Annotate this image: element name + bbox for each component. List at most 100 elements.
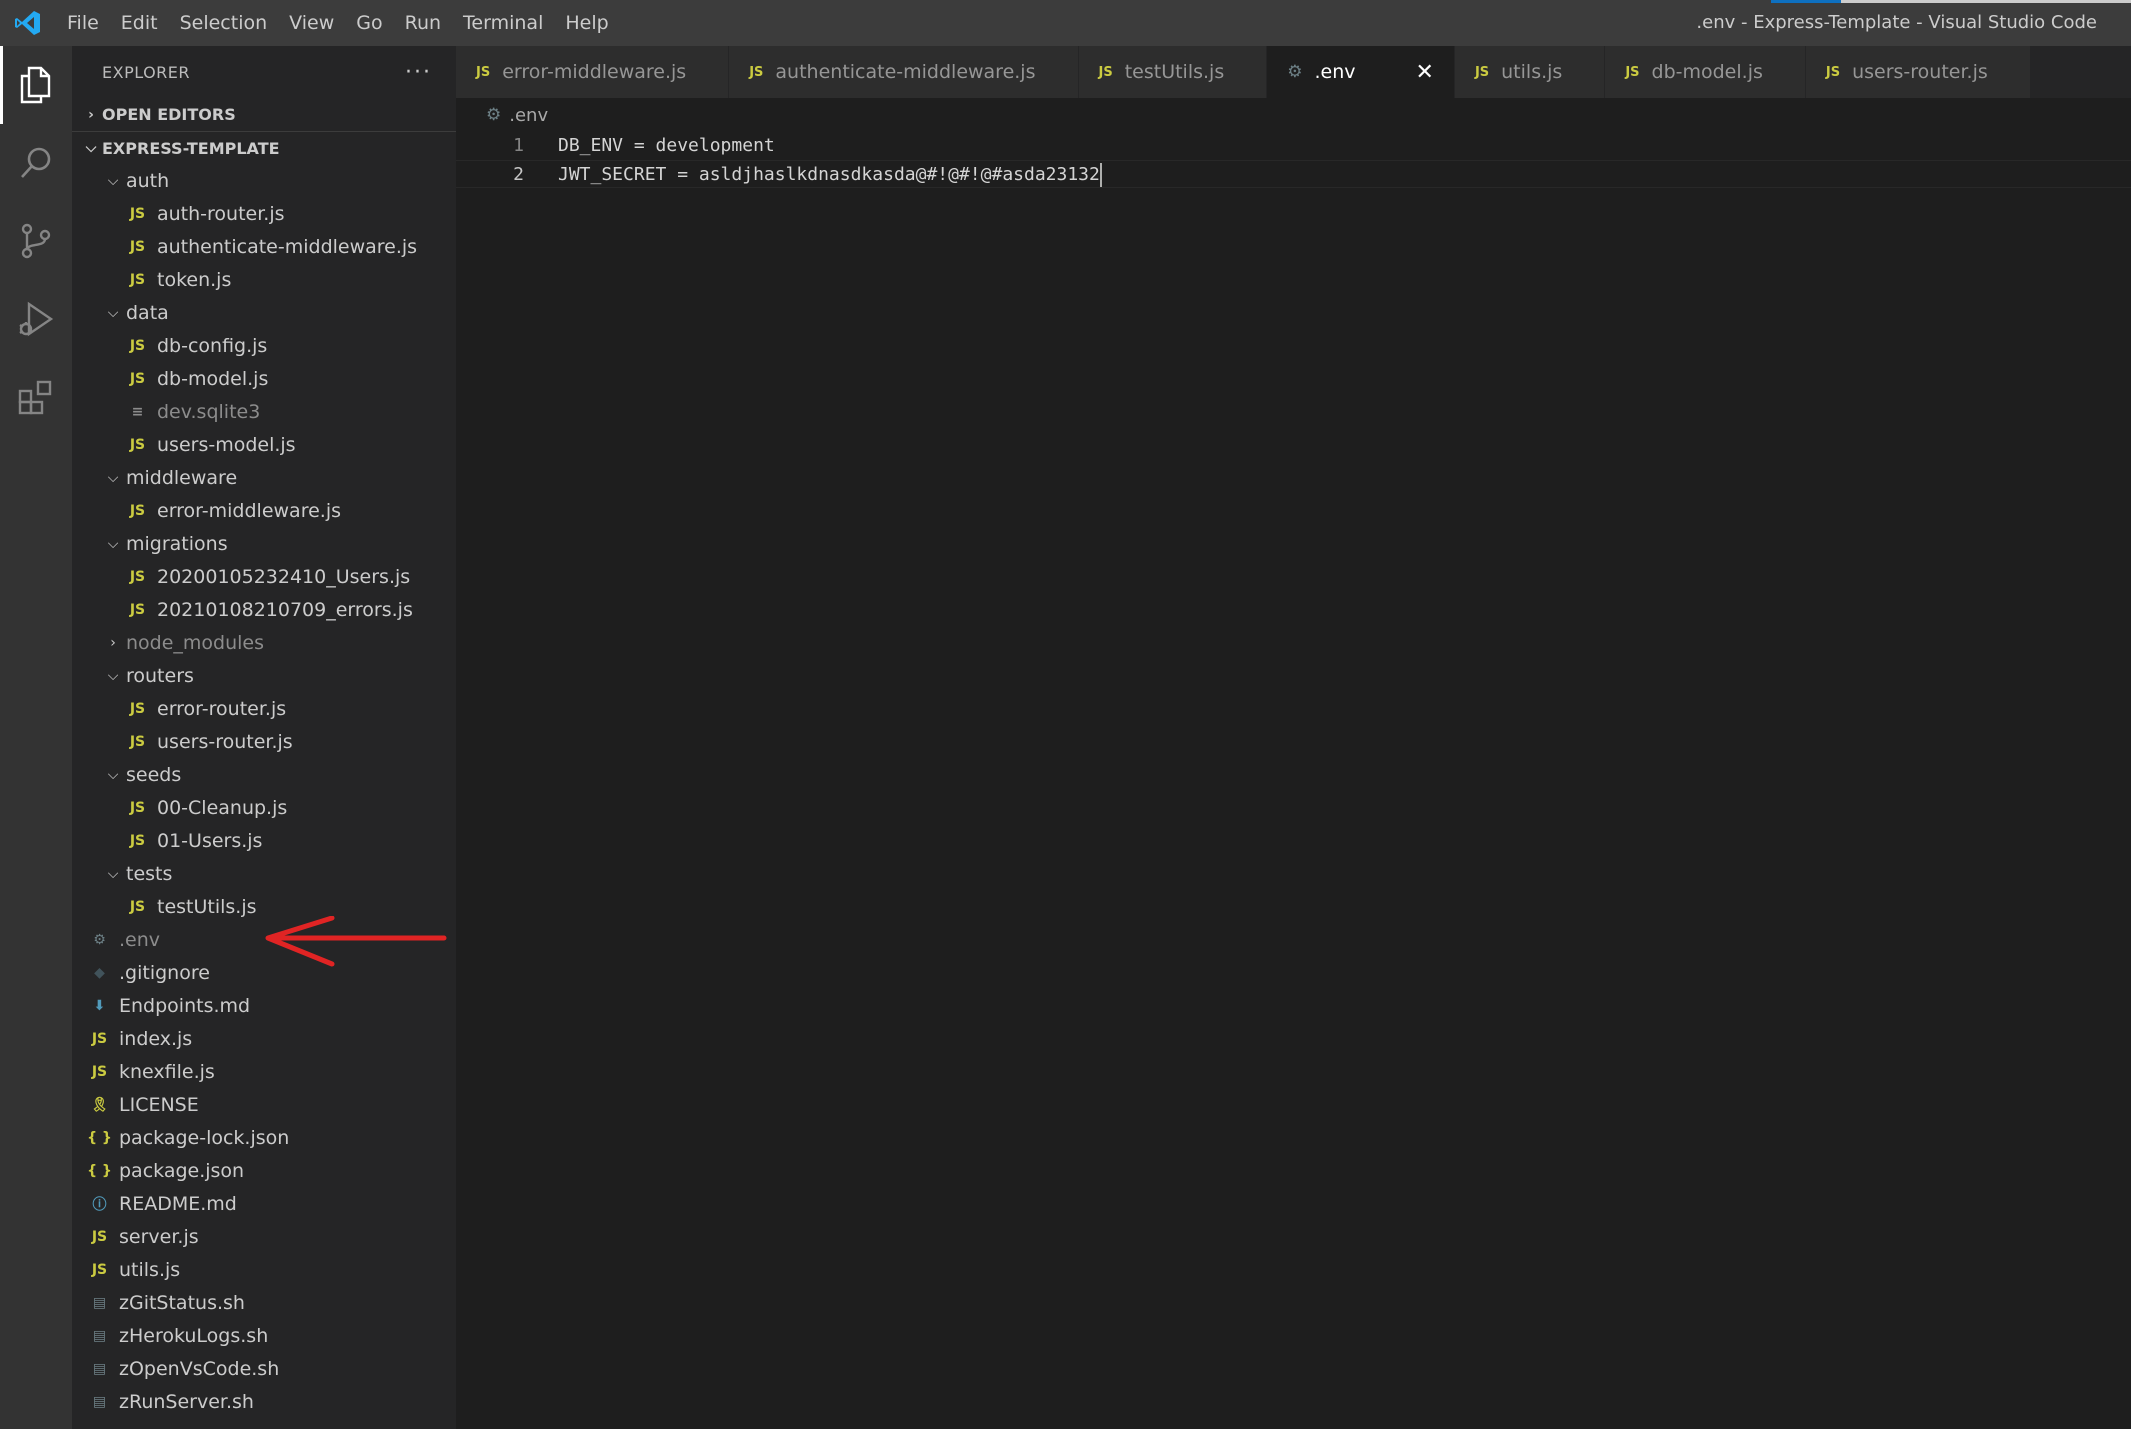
file-error-middleware-js[interactable]: JS error-middleware.js	[72, 494, 456, 527]
menu-bar: File Edit Selection View Go Run Terminal Help	[56, 0, 620, 46]
tree-item-label: zOpenVsCode.sh	[119, 1357, 280, 1380]
source-control-icon[interactable]	[0, 202, 72, 280]
file-package-json[interactable]: { } package.json	[72, 1154, 456, 1187]
file-00-cleanup-js[interactable]: JS 00-Cleanup.js	[72, 791, 456, 824]
file-users-router-js[interactable]: JS users-router.js	[72, 725, 456, 758]
folder-migrations[interactable]: ⌵ migrations	[72, 527, 456, 560]
menu-run[interactable]: Run	[394, 0, 452, 46]
javascript-file-icon: JS	[129, 271, 146, 288]
tree-item-label: Endpoints.md	[119, 994, 251, 1017]
javascript-file-icon: JS	[129, 568, 146, 585]
tab-authenticate-middleware-js[interactable]: JS authenticate-middleware.js	[729, 46, 1079, 98]
tab--env[interactable]: ⚙ .env ✕	[1267, 46, 1455, 98]
chevron-down-icon: ⌵	[107, 304, 119, 321]
explorer-icon[interactable]	[0, 46, 72, 124]
folder-seeds[interactable]: ⌵ seeds	[72, 758, 456, 791]
extensions-icon[interactable]	[0, 358, 72, 436]
menu-file[interactable]: File	[56, 0, 110, 46]
tree-item-label: auth	[126, 169, 170, 192]
folder-routers[interactable]: ⌵ routers	[72, 659, 456, 692]
javascript-file-icon: JS	[129, 733, 146, 750]
javascript-file-icon: JS	[1825, 64, 1841, 80]
text-file-icon: ≡	[131, 403, 144, 420]
code-text[interactable]: JWT_SECRET = asldjhaslkdnasdkasda@#!@#!@…	[558, 161, 1102, 189]
close-icon[interactable]: ✕	[1416, 60, 1434, 85]
file-auth-router-js[interactable]: JS auth-router.js	[72, 197, 456, 230]
tab-label: users-router.js	[1852, 61, 1988, 83]
shell-file-icon: ▤	[92, 1327, 107, 1344]
file-zgitstatus-sh[interactable]: ▤ zGitStatus.sh	[72, 1286, 456, 1319]
javascript-file-icon: JS	[129, 898, 146, 915]
file-zherokulogs-sh[interactable]: ▤ zHerokuLogs.sh	[72, 1319, 456, 1352]
folder-tests[interactable]: ⌵ tests	[72, 857, 456, 890]
tree-item-label: data	[126, 301, 169, 324]
file-dev-sqlite3[interactable]: ≡ dev.sqlite3	[72, 395, 456, 428]
tab-testutils-js[interactable]: JS testUtils.js	[1078, 46, 1268, 98]
shell-file-icon: ▤	[92, 1393, 107, 1410]
javascript-file-icon: JS	[1625, 64, 1640, 80]
more-actions-button[interactable]: ···	[405, 60, 432, 85]
file-license[interactable]: 🎗 LICENSE	[72, 1088, 456, 1121]
file-20210108210709-errors-js[interactable]: JS 20210108210709_errors.js	[72, 593, 456, 626]
markdown-file-icon: ⬇	[93, 997, 106, 1014]
menu-selection[interactable]: Selection	[169, 0, 279, 46]
explorer-sidebar: EXPLORER ··· › OPEN EDITORS ⌵ EXPRESS-TE…	[72, 46, 456, 1429]
settings-file-icon: ⚙	[1287, 62, 1303, 82]
file-knexfile-js[interactable]: JS knexfile.js	[72, 1055, 456, 1088]
chevron-down-icon: ⌵	[107, 172, 119, 189]
breadcrumb[interactable]: ⚙ .env	[456, 98, 2131, 132]
menu-view[interactable]: View	[278, 0, 345, 46]
activity-bar	[0, 46, 72, 1429]
tree-item-label: server.js	[119, 1225, 199, 1248]
javascript-file-icon: JS	[129, 700, 146, 717]
project-label: EXPRESS-TEMPLATE	[102, 138, 280, 158]
menu-edit[interactable]: Edit	[110, 0, 169, 46]
search-icon[interactable]	[0, 124, 72, 202]
file-package-lock-json[interactable]: { } package-lock.json	[72, 1121, 456, 1154]
file-index-js[interactable]: JS index.js	[72, 1022, 456, 1055]
file-token-js[interactable]: JS token.js	[72, 263, 456, 296]
code-line[interactable]: 2 JWT_SECRET = asldjhaslkdnasdkasda@#!@#!…	[456, 160, 2131, 188]
javascript-file-icon: JS	[129, 370, 146, 387]
file-db-model-js[interactable]: JS db-model.js	[72, 362, 456, 395]
menu-terminal[interactable]: Terminal	[452, 0, 554, 46]
breadcrumb-file[interactable]: .env	[509, 105, 548, 126]
file-error-router-js[interactable]: JS error-router.js	[72, 692, 456, 725]
file-endpoints-md[interactable]: ⬇ Endpoints.md	[72, 989, 456, 1022]
tree-item-label: zRunServer.sh	[119, 1390, 254, 1413]
run-debug-icon[interactable]	[0, 280, 72, 358]
file-01-users-js[interactable]: JS 01-Users.js	[72, 824, 456, 857]
tab-utils-js[interactable]: JS utils.js	[1454, 46, 1606, 98]
tab-db-model-js[interactable]: JS db-model.js	[1605, 46, 1806, 98]
chevron-right-icon: ›	[110, 634, 116, 651]
code-editor[interactable]: 1 DB_ENV = development 2 JWT_SECRET = asldj…	[456, 132, 2131, 1429]
folder-middleware[interactable]: ⌵ middleware	[72, 461, 456, 494]
file-zopenvscode-sh[interactable]: ▤ zOpenVsCode.sh	[72, 1352, 456, 1385]
chevron-right-icon: ›	[88, 106, 94, 123]
folder-data[interactable]: ⌵ data	[72, 296, 456, 329]
title-accent	[1771, 0, 2131, 3]
menu-help[interactable]: Help	[554, 0, 619, 46]
file-db-config-js[interactable]: JS db-config.js	[72, 329, 456, 362]
file-users-model-js[interactable]: JS users-model.js	[72, 428, 456, 461]
tab-error-middleware-js[interactable]: JS error-middleware.js	[456, 46, 730, 98]
tab-users-router-js[interactable]: JS users-router.js	[1805, 46, 2031, 98]
chevron-down-icon: ⌵	[107, 535, 119, 552]
file-authenticate-middleware-js[interactable]: JS authenticate-middleware.js	[72, 230, 456, 263]
file-server-js[interactable]: JS server.js	[72, 1220, 456, 1253]
readme-file-icon: ⓘ	[92, 1196, 107, 1213]
file-zrunserver-sh[interactable]: ▤ zRunServer.sh	[72, 1385, 456, 1418]
open-editors-section[interactable]: › OPEN EDITORS	[72, 98, 456, 131]
file-utils-js[interactable]: JS utils.js	[72, 1253, 456, 1286]
folder-node-modules[interactable]: › node_modules	[72, 626, 456, 659]
file-20200105232410-users-js[interactable]: JS 20200105232410_Users.js	[72, 560, 456, 593]
code-text[interactable]: DB_ENV = development	[558, 132, 775, 160]
tree-item-label: .env	[119, 928, 161, 951]
code-line[interactable]: 1 DB_ENV = development	[456, 132, 2131, 160]
red-arrow-annotation	[265, 916, 447, 967]
menu-go[interactable]: Go	[345, 0, 393, 46]
project-section[interactable]: ⌵ EXPRESS-TEMPLATE	[72, 131, 456, 164]
folder-auth[interactable]: ⌵ auth	[72, 164, 456, 197]
file-readme-md[interactable]: ⓘ README.md	[72, 1187, 456, 1220]
license-file-icon: 🎗	[90, 1096, 109, 1113]
